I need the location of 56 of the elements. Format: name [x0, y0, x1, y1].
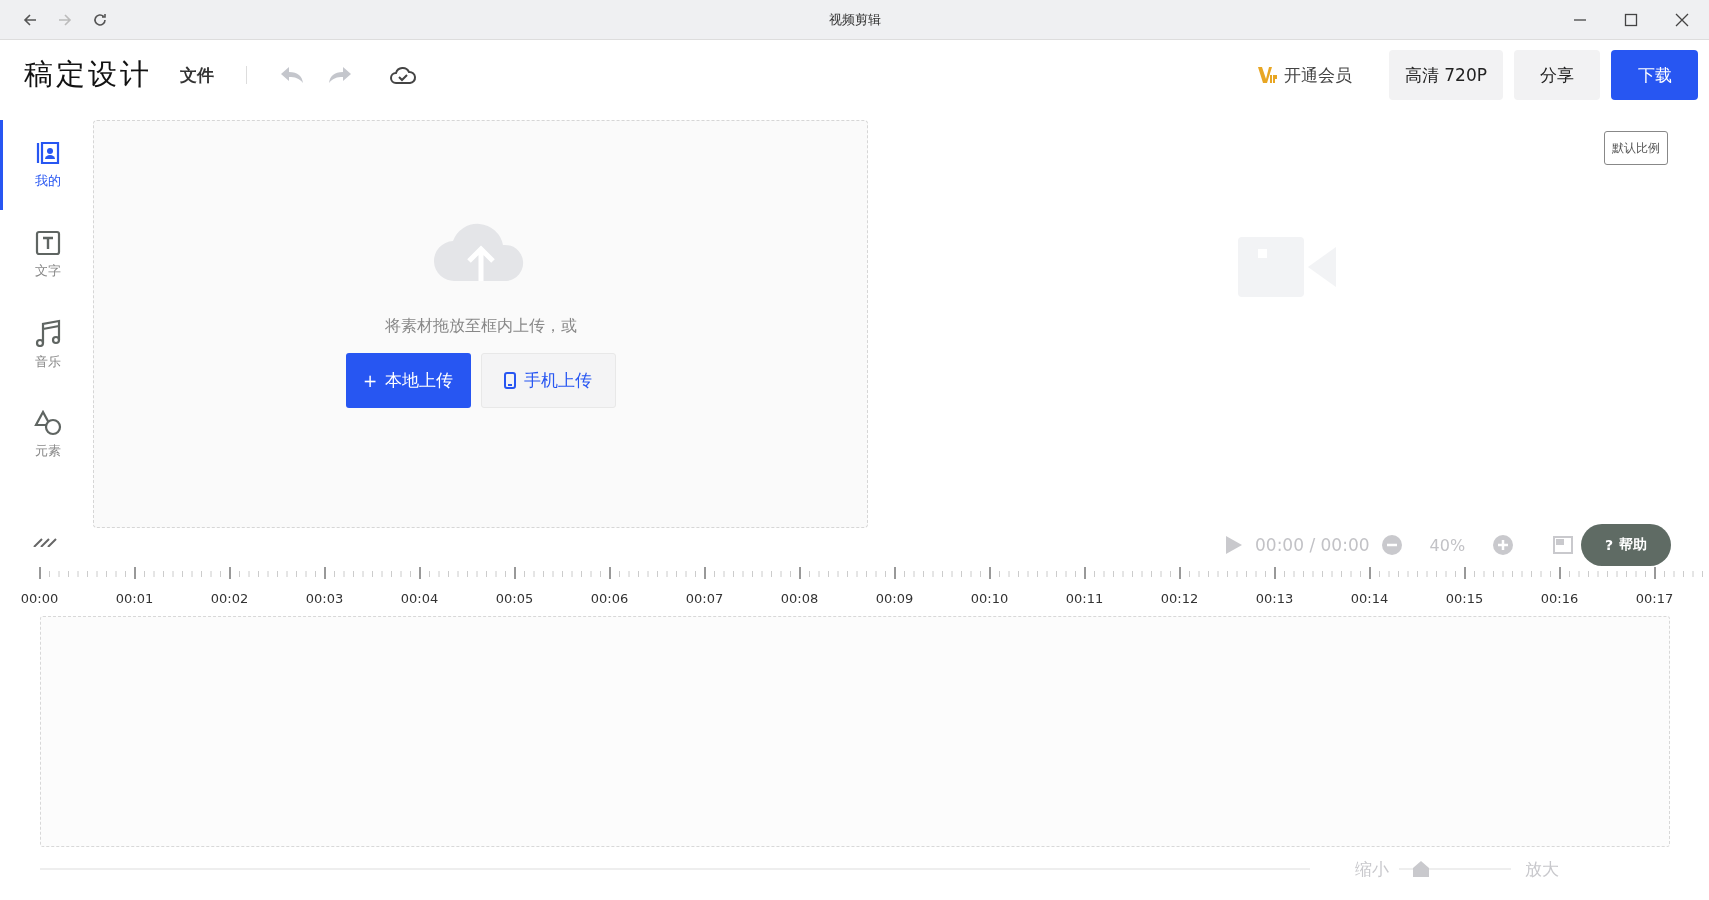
time-label: 00:16: [1539, 591, 1580, 606]
undo-icon[interactable]: [279, 65, 305, 85]
time-label: 00:09: [874, 591, 915, 606]
time-label: 00:06: [589, 591, 630, 606]
time-label: 00:00: [19, 591, 60, 606]
back-icon[interactable]: [22, 11, 38, 28]
time-label: 00:07: [684, 591, 725, 606]
time-label: 00:15: [1444, 591, 1485, 606]
forward-icon[interactable]: [57, 11, 73, 28]
close-icon[interactable]: [1675, 12, 1689, 27]
text-icon: [35, 230, 61, 256]
zoom-out-icon[interactable]: [1381, 535, 1402, 555]
sidebar-tab[interactable]: 音乐: [0, 300, 93, 390]
time-label: 00:17: [1634, 591, 1675, 606]
share-button[interactable]: 分享: [1514, 50, 1600, 100]
sidebar-tab[interactable]: 文字: [0, 210, 93, 300]
zoom-level: 40%: [1429, 535, 1466, 555]
vip-icon: [1257, 66, 1278, 84]
time-label: 00:05: [494, 591, 535, 606]
zoom-in-icon[interactable]: [1493, 535, 1514, 555]
play-icon[interactable]: [1225, 535, 1243, 555]
time-label: 00:11: [1064, 591, 1105, 606]
playback-time: 00:00 / 00:00: [1255, 535, 1370, 555]
aspect-ratio-button[interactable]: 默认比例: [1604, 131, 1668, 165]
time-label: 00:03: [304, 591, 345, 606]
download-button[interactable]: 下载: [1611, 50, 1698, 100]
redo-icon[interactable]: [327, 65, 353, 85]
time-label: 00:04: [399, 591, 440, 606]
shapes-icon: [34, 410, 62, 436]
fit-screen-icon[interactable]: [1553, 536, 1574, 554]
time-label: 00:10: [969, 591, 1010, 606]
cloud-check-icon[interactable]: [389, 64, 417, 86]
phone-upload-button[interactable]: 手机上传: [480, 353, 616, 408]
quality-button[interactable]: 高清 720P: [1388, 50, 1503, 100]
file-menu[interactable]: 文件: [180, 63, 214, 87]
time-label: 00:13: [1254, 591, 1295, 606]
local-upload-button[interactable]: + 本地上传: [345, 353, 471, 408]
help-button[interactable]: ? 帮助: [1581, 524, 1671, 566]
window-title: 视频剪辑: [828, 11, 881, 27]
slider-thumb[interactable]: [1412, 860, 1431, 878]
time-label: 00:08: [779, 591, 820, 606]
reload-icon[interactable]: [92, 11, 108, 28]
scale-slider[interactable]: [1399, 860, 1511, 878]
phone-icon: [504, 372, 516, 389]
music-note-icon: [35, 319, 61, 347]
vip-link[interactable]: 开通会员: [1283, 63, 1352, 87]
time-label: 00:12: [1159, 591, 1200, 606]
app-logo: 稿定设计: [24, 56, 152, 93]
upload-hint: 将素材拖放至框内上传，或: [384, 316, 577, 337]
time-label: 00:02: [209, 591, 250, 606]
time-label: 00:01: [114, 591, 155, 606]
time-label: 00:14: [1349, 591, 1390, 606]
maximize-icon[interactable]: [1624, 12, 1638, 27]
portrait-icon: [35, 140, 61, 166]
sidebar-tab[interactable]: 元素: [0, 390, 93, 480]
hatch-icon[interactable]: [33, 537, 59, 547]
